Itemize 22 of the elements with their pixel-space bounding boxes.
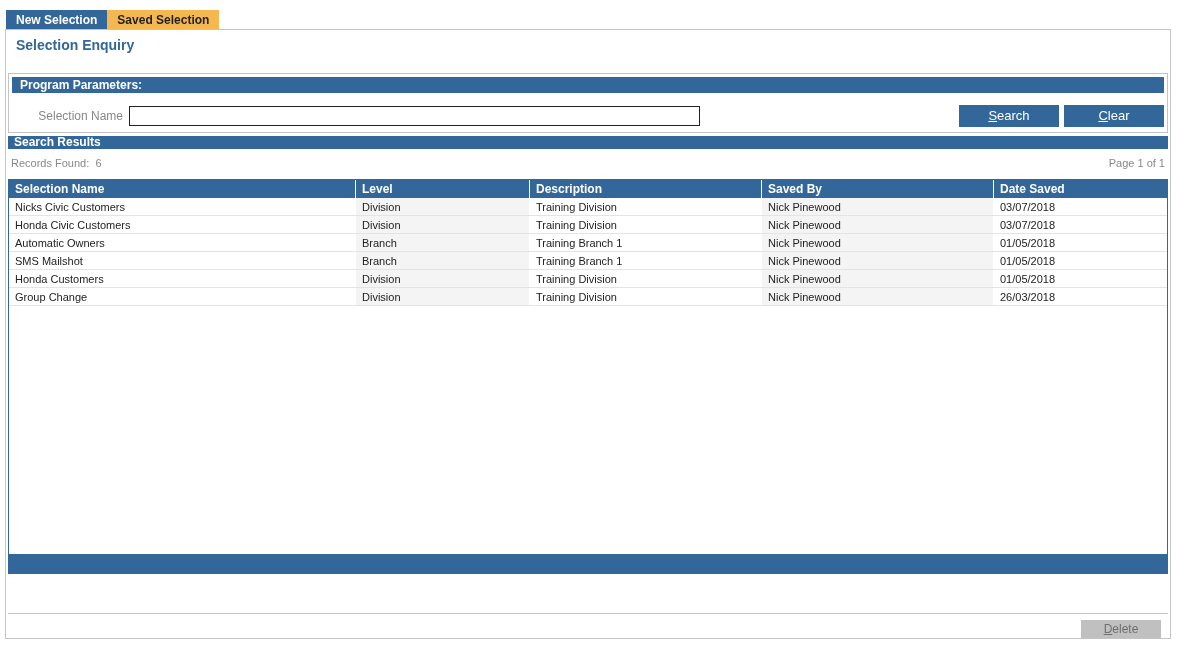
action-button[interactable]: Clear xyxy=(1064,105,1164,127)
tab[interactable]: Saved Selection xyxy=(107,10,220,29)
table-cell-text: 03/07/2018 xyxy=(999,199,1057,215)
column-header: Description xyxy=(530,179,762,198)
page-indicator: Page 1 of 1 xyxy=(1108,156,1165,172)
table-cell-text: 01/05/2018 xyxy=(999,235,1057,251)
selection-name-input[interactable] xyxy=(129,106,700,126)
column-header: Saved By xyxy=(762,179,994,198)
field-label: Selection Name xyxy=(37,108,124,125)
tab[interactable]: New Selection xyxy=(6,10,108,29)
column-header: Selection Name xyxy=(9,179,356,198)
records-found: Records Found: 6 xyxy=(11,156,102,172)
column-header: Level xyxy=(356,179,530,198)
section-header: Search Results xyxy=(8,135,1168,149)
page-title: Selection Enquiry xyxy=(16,36,136,55)
table-cell-text: 01/05/2018 xyxy=(999,271,1057,287)
table-cell-text: 26/03/2018 xyxy=(999,289,1057,305)
column-header: Date Saved xyxy=(999,180,1066,198)
section-header: Program Parameters: xyxy=(12,77,1164,93)
table-cell-text: 01/05/2018 xyxy=(999,253,1057,269)
action-button[interactable]: Search xyxy=(959,105,1059,127)
table-cell-text: 03/07/2018 xyxy=(999,217,1057,233)
